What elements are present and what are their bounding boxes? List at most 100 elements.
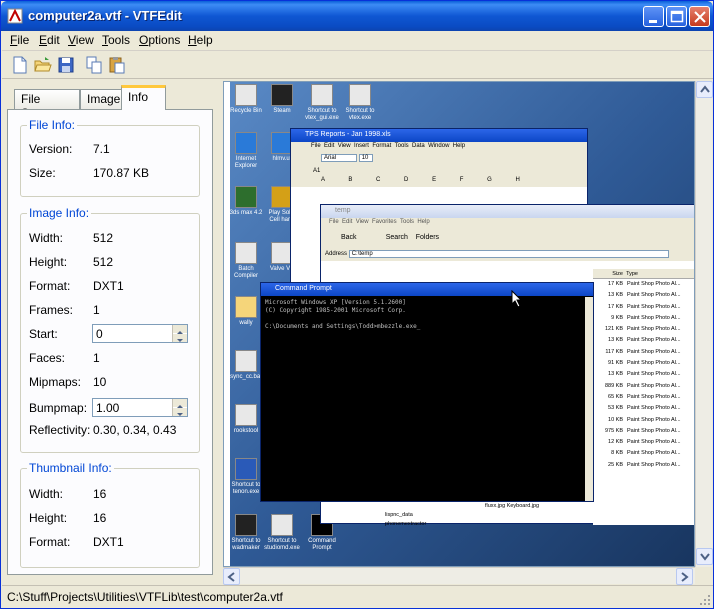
desktop-icon: wally [228,296,264,327]
bumpmap-spin-down-button[interactable] [173,408,187,416]
tab-info[interactable]: Info [121,85,166,110]
start-label: Start: [29,327,58,341]
menu-bar: File Edit View Tools Options Help [2,31,713,51]
status-file-path: C:\Stuff\Projects\Utilities\VTFLib\test\… [7,590,283,604]
arrow-up-icon [700,85,710,93]
menu-edit[interactable]: Edit [39,33,60,47]
start-spin-up-button[interactable] [173,325,187,334]
cmd-output: Microsoft Windows XP [Version 5.1.2600] … [265,299,421,330]
file-type-cell: Paint Shop Photo Al... [627,371,681,378]
excel-columns: A B C D E F G H [291,177,587,187]
start-spin-down-button[interactable] [173,334,187,342]
new-file-icon[interactable] [10,55,30,75]
minimize-button[interactable] [643,6,664,27]
excel-title: TPS Reports - Jan 1998.xls [291,129,587,142]
arrow-down-icon [177,413,183,416]
explorer-toolbar: Back Search Folders [321,229,694,249]
mipmaps-value: 10 [93,375,107,389]
thumb-height-label: Height: [29,511,68,525]
reflectivity-label: Reflectivity: [29,423,91,437]
window-title: computer2a.vtf - VTFEdit [28,8,182,23]
title-bar[interactable]: computer2a.vtf - VTFEdit [1,1,713,31]
format-label: Format: [29,279,71,293]
faces-value: 1 [93,351,100,365]
file-type-cell: Paint Shop Photo Al... [627,382,681,389]
preview-vertical-scrollbar[interactable] [695,81,713,567]
cmd-scrollbar [585,297,593,501]
preview-horizontal-scrollbar[interactable] [223,567,695,585]
status-bar: C:\Stuff\Projects\Utilities\VTFLib\test\… [2,585,713,608]
arrow-left-icon [227,572,235,582]
reflectivity-value: 0.30, 0.34, 0.43 [93,423,177,437]
file-type-cell: Paint Shop Photo Al... [627,360,681,367]
info-tab-panel: File Info: Version: 7.1 Size: 170.87 KB Im… [7,109,213,575]
command-prompt-window: Command Prompt Microsoft Windows XP [Ver… [260,282,594,502]
desktop-icon: Shortcut to studiomd.exe [264,514,300,552]
open-folder-icon[interactable] [33,55,53,75]
explorer-address-bar: Address C:\temp [321,249,694,261]
tab-file-system[interactable]: File System [14,89,80,120]
bumpmap-spinbox[interactable]: 1.00 [92,398,188,417]
maximize-button[interactable] [666,6,687,27]
paste-icon[interactable] [107,55,127,75]
texture-preview[interactable]: Recycle Bin Steam Shortcut to vtex_gui.e… [223,81,695,567]
copy-icon[interactable] [84,55,104,75]
explorer-image-files: fluxx.jpg Keyboard.jpg [485,503,540,509]
desktop-icon: Internet Explorer [228,132,264,170]
desktop-icon: Shortcut to vtex.exe [342,84,378,122]
arrow-right-icon [681,572,689,582]
file-info-group: File Info: Version: 7.1 Size: 170.87 KB [20,118,200,197]
frames-value: 1 [93,303,100,317]
menu-file[interactable]: File [10,33,29,47]
thumb-height-value: 16 [93,511,107,525]
start-spinbox[interactable]: 0 [92,324,188,343]
width-label: Width: [29,231,64,245]
size-label: Size: [29,166,56,180]
desktop-icon: rookstool [228,404,264,435]
file-type-cell: Paint Shop Photo Al... [627,292,681,299]
tab-image[interactable]: Image [80,89,126,109]
scroll-left-button[interactable] [223,568,240,585]
height-value: 512 [93,255,114,269]
file-type-cell: Paint Shop Photo Al... [627,416,681,423]
close-button[interactable] [689,6,710,27]
excel-name-box: A1 [291,167,587,177]
thumb-width-value: 16 [93,487,107,501]
desktop-icon: 3ds max 4.2 [228,186,264,217]
bumpmap-value[interactable]: 1.00 [96,401,119,415]
desktop-icon: Shortcut to tenon.exe [228,458,264,496]
menu-tools[interactable]: Tools [102,33,130,47]
image-info-group: Image Info: Width: 512 Height: 512 Format:… [20,206,200,453]
scroll-up-button[interactable] [696,81,713,98]
menu-view[interactable]: View [68,33,94,47]
resize-grip-icon[interactable] [699,594,711,606]
frames-label: Frames: [29,303,74,317]
desktop-icon: Shortcut to wadmaker [228,514,264,552]
version-value: 7.1 [93,142,110,156]
arrow-down-icon [177,339,183,342]
file-type-cell: Paint Shop Photo Al... [627,439,681,446]
file-type-cell: Paint Shop Photo Al... [627,281,681,287]
version-label: Version: [29,142,73,156]
cmd-title: Command Prompt [261,283,593,296]
scroll-down-button[interactable] [696,548,713,565]
explorer-title: temp [321,205,694,218]
save-disk-icon[interactable] [56,55,76,75]
desktop-icon: Recycle Bin [228,84,264,115]
left-pane: File System Image Info File Info: Versio… [7,85,215,577]
start-value[interactable]: 0 [96,327,103,341]
bumpmap-spin-up-button[interactable] [173,399,187,408]
vtfedit-window: computer2a.vtf - VTFEdit File Edit View … [0,0,714,609]
file-type-cell: Paint Shop Photo Al... [627,405,681,412]
thumb-format-value: DXT1 [93,535,124,549]
minimize-icon [649,20,657,23]
file-type-cell: Paint Shop Photo Al... [627,461,681,468]
mouse-cursor-icon [511,290,523,308]
menu-options[interactable]: Options [139,33,180,47]
scroll-right-button[interactable] [676,568,693,585]
thumb-width-label: Width: [29,487,64,501]
menu-help[interactable]: Help [188,33,213,47]
file-type-cell: Paint Shop Photo Al... [627,348,681,355]
maximize-icon [670,10,684,23]
bumpmap-label: Bumpmap: [29,401,88,415]
